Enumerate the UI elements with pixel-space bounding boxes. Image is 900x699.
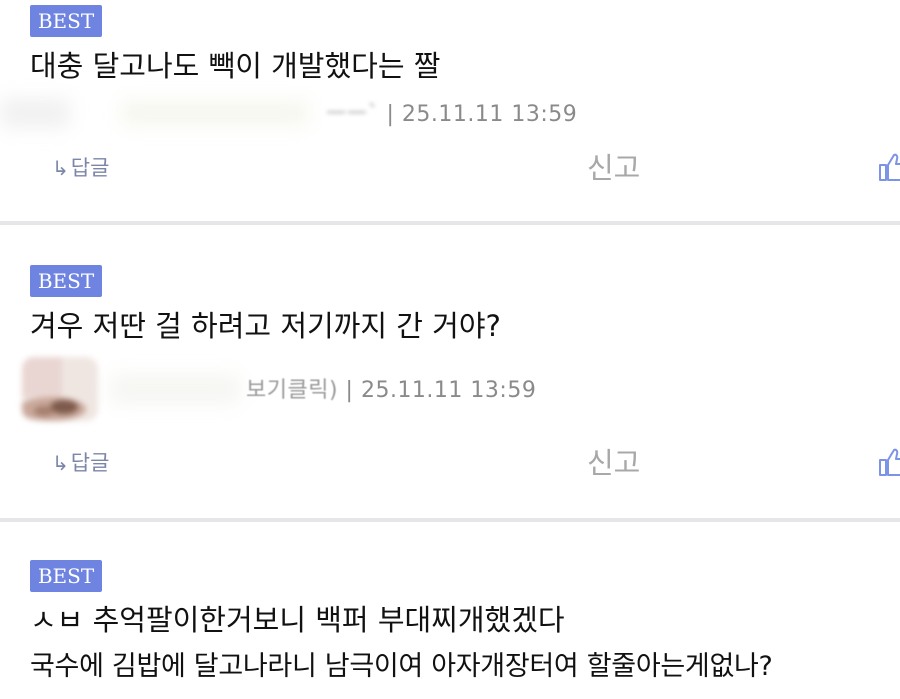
reply-label: 답글 [70, 451, 110, 475]
like-button[interactable] [878, 447, 900, 477]
comment-timestamp: | 25.11.11 13:59 [386, 102, 578, 127]
comment-text: 국수에 김밥에 달고나라니 남극이여 아자개장터여 할줄아는게없나? [30, 651, 773, 682]
comment-item: BEST ㅅㅂ 추억팔이한거보니 백퍼 부대찌개했겠다 국수에 김밥에 달고나라… [0, 523, 900, 699]
author-name-blurred [110, 374, 240, 404]
thumbs-up-icon [879, 448, 900, 476]
report-button[interactable]: 신고 [587, 151, 640, 185]
reply-arrow-icon: ↳ [52, 451, 69, 475]
comment-meta: 보기클릭) | 25.11.11 13:59 [246, 376, 536, 406]
author-name-blurred [120, 100, 310, 126]
reply-button[interactable]: ↳답글 [52, 448, 109, 478]
reply-label: 답글 [70, 156, 110, 180]
best-badge: BEST [30, 265, 102, 297]
like-button[interactable] [878, 152, 900, 182]
author-name-blurred [0, 98, 70, 128]
comment-text: 겨우 저딴 걸 하려고 저기까지 간 거야? [30, 309, 501, 343]
comment-text: 대충 달고나도 빽이 개발했다는 짤 [30, 49, 441, 83]
reply-arrow-icon: ↳ [52, 156, 69, 180]
comment-meta: ㅡㅡ` | 25.11.11 13:59 [326, 100, 577, 130]
author-name: 보기클릭) [246, 378, 339, 403]
comment-divider [0, 221, 900, 225]
comment-item: BEST 대충 달고나도 빽이 개발했다는 짤 ㅡㅡ` | 25.11.11 1… [0, 0, 900, 221]
comment-text: ㅅㅂ 추억팔이한거보니 백퍼 부대찌개했겠다 [30, 603, 565, 637]
comment-timestamp: | 25.11.11 13:59 [345, 378, 537, 403]
best-badge: BEST [30, 560, 102, 592]
best-badge: BEST [30, 5, 102, 37]
author-name: ㅡㅡ` [326, 102, 379, 127]
avatar [22, 357, 98, 421]
thumbs-up-icon [879, 153, 900, 181]
reply-button[interactable]: ↳답글 [52, 153, 109, 183]
comment-divider [0, 518, 900, 522]
report-button[interactable]: 신고 [587, 446, 640, 480]
comment-item: BEST 겨우 저딴 걸 하려고 저기까지 간 거야? 보기클릭) | 25.1… [0, 226, 900, 518]
